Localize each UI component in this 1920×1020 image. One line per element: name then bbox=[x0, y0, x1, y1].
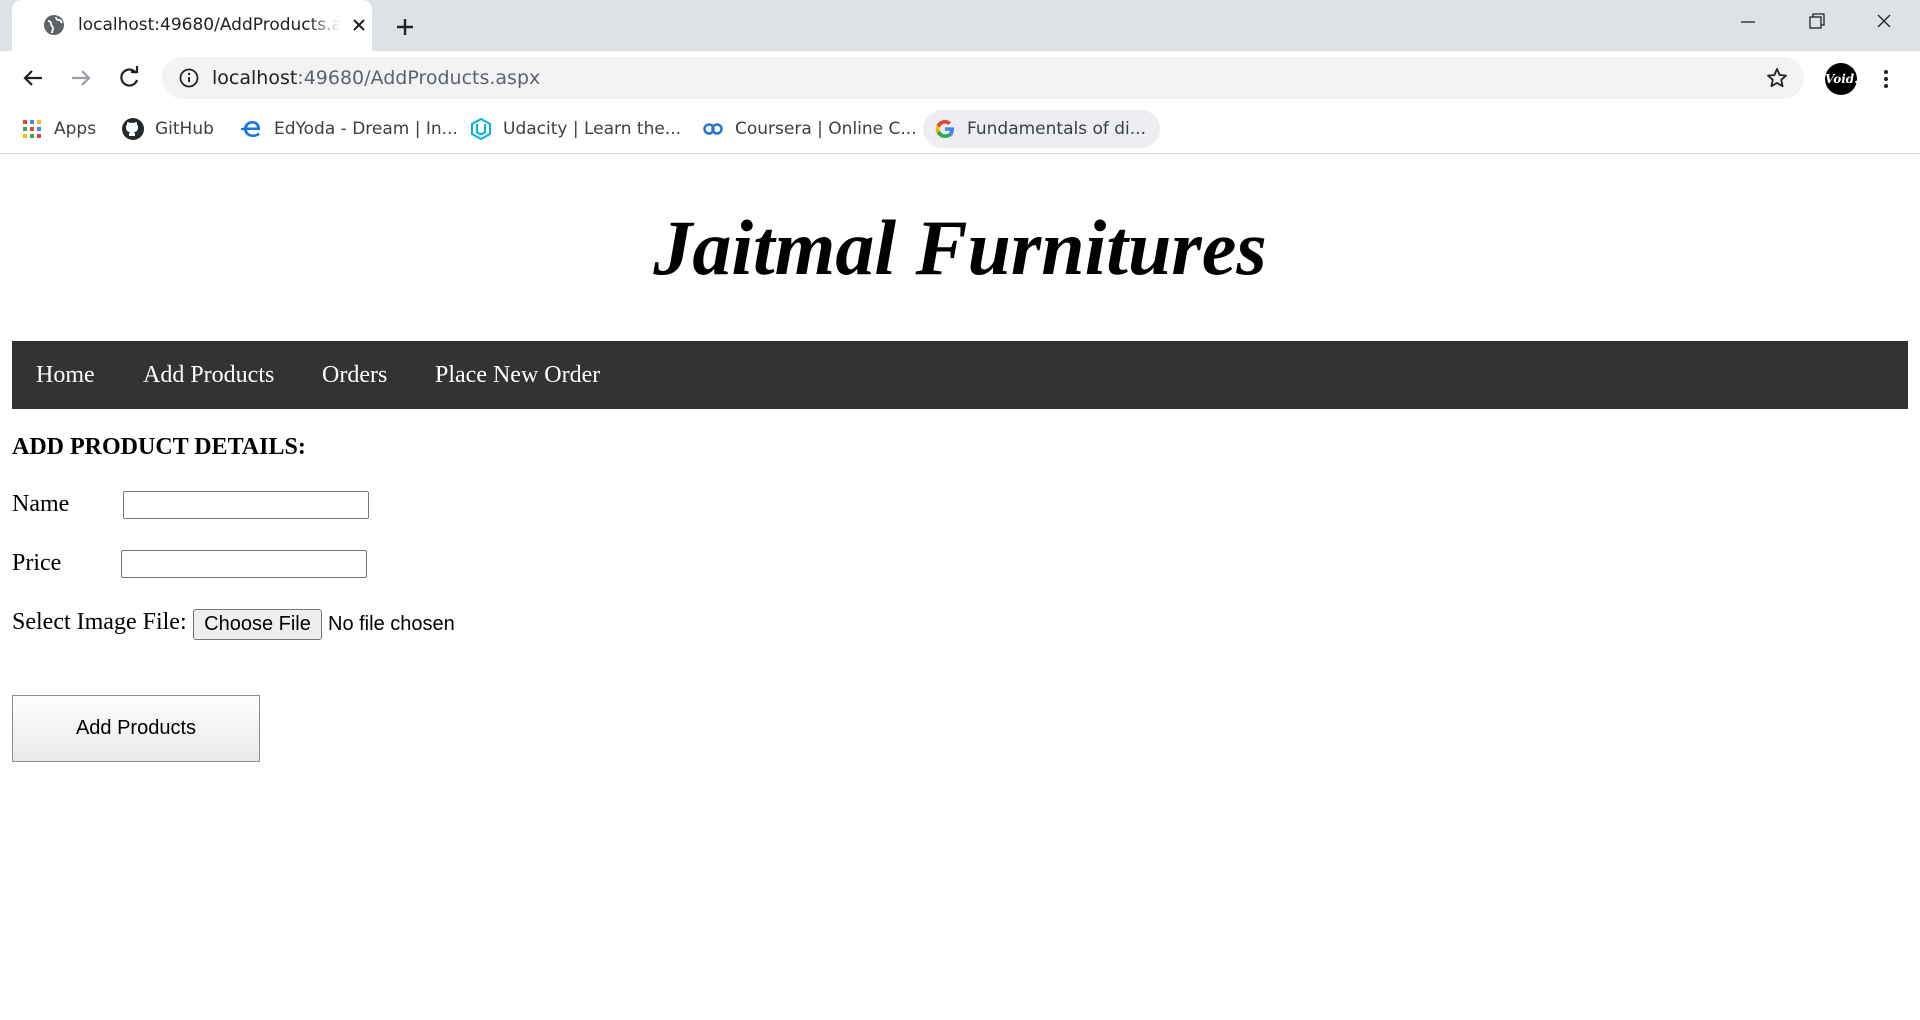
bookmark-fundamentals[interactable]: Fundamentals of di... bbox=[923, 110, 1160, 148]
browser-toolbar: localhost:49680/AddProducts.aspx Void. bbox=[0, 51, 1920, 106]
add-products-button[interactable]: Add Products bbox=[12, 695, 260, 762]
bookmark-label: Fundamentals of di... bbox=[967, 119, 1146, 139]
bookmark-label: Apps bbox=[54, 119, 97, 139]
udacity-icon bbox=[471, 117, 491, 141]
choose-file-button[interactable]: Choose File bbox=[193, 609, 322, 640]
bookmark-label: Udacity | Learn the... bbox=[503, 119, 682, 139]
name-input[interactable] bbox=[123, 491, 369, 519]
tab-title: localhost:49680/AddProducts.aspx bbox=[78, 15, 340, 35]
browser-tabstrip: localhost:49680/AddProducts.aspx bbox=[0, 0, 1920, 51]
bookmark-apps[interactable]: Apps bbox=[20, 110, 96, 148]
form-heading: ADD PRODUCT DETAILS: bbox=[12, 434, 306, 460]
google-icon bbox=[935, 120, 954, 138]
bookmark-label: Coursera | Online C... bbox=[735, 119, 917, 139]
bookmarks-bar: Apps GitHub EdYoda - Dream | In... Udaci… bbox=[0, 106, 1920, 154]
bookmark-udacity[interactable]: Udacity | Learn the... bbox=[469, 110, 681, 148]
minimize-icon[interactable] bbox=[1730, 8, 1766, 36]
nav-orders[interactable]: Orders bbox=[322, 341, 387, 409]
forward-arrow-icon[interactable] bbox=[66, 63, 96, 93]
nav-add-products[interactable]: Add Products bbox=[143, 341, 274, 409]
edyoda-icon bbox=[241, 121, 260, 137]
bookmark-star-icon[interactable] bbox=[1765, 66, 1789, 90]
close-window-icon[interactable] bbox=[1866, 8, 1902, 36]
reload-icon[interactable] bbox=[114, 63, 144, 93]
globe-icon bbox=[44, 15, 64, 35]
new-tab-icon[interactable] bbox=[390, 12, 420, 42]
price-input[interactable] bbox=[121, 550, 367, 578]
github-icon bbox=[122, 118, 144, 140]
back-arrow-icon[interactable] bbox=[18, 63, 48, 93]
browser-tab[interactable]: localhost:49680/AddProducts.aspx bbox=[12, 0, 372, 51]
restore-icon[interactable] bbox=[1798, 8, 1834, 36]
image-file-label: Select Image File: bbox=[12, 609, 187, 635]
bookmark-github[interactable]: GitHub bbox=[121, 110, 214, 148]
bookmark-label: GitHub bbox=[155, 119, 214, 139]
close-tab-icon[interactable] bbox=[348, 14, 370, 36]
bookmark-label: EdYoda - Dream | In... bbox=[274, 119, 458, 139]
site-title: Jaitmal Furnitures bbox=[653, 204, 1267, 291]
nav-home[interactable]: Home bbox=[36, 341, 95, 409]
address-bar[interactable]: localhost:49680/AddProducts.aspx bbox=[162, 57, 1804, 99]
nav-place-new-order[interactable]: Place New Order bbox=[435, 341, 600, 409]
url-path: :49680/AddProducts.aspx bbox=[297, 67, 541, 89]
coursera-icon bbox=[703, 123, 723, 135]
main-navbar: Home Add Products Orders Place New Order bbox=[12, 341, 1908, 409]
profile-avatar[interactable]: Void. bbox=[1825, 63, 1858, 95]
bookmark-coursera[interactable]: Coursera | Online C... bbox=[701, 110, 917, 148]
url-text: localhost:49680/AddProducts.aspx bbox=[212, 57, 540, 99]
more-menu-icon[interactable] bbox=[1874, 65, 1898, 93]
apps-grid-icon bbox=[23, 120, 41, 138]
bookmark-edyoda[interactable]: EdYoda - Dream | In... bbox=[240, 110, 458, 148]
file-status-text: No file chosen bbox=[328, 613, 455, 635]
price-label: Price bbox=[12, 550, 62, 576]
name-label: Name bbox=[12, 491, 70, 517]
site-info-icon[interactable] bbox=[178, 67, 200, 89]
url-host: localhost bbox=[212, 67, 298, 89]
